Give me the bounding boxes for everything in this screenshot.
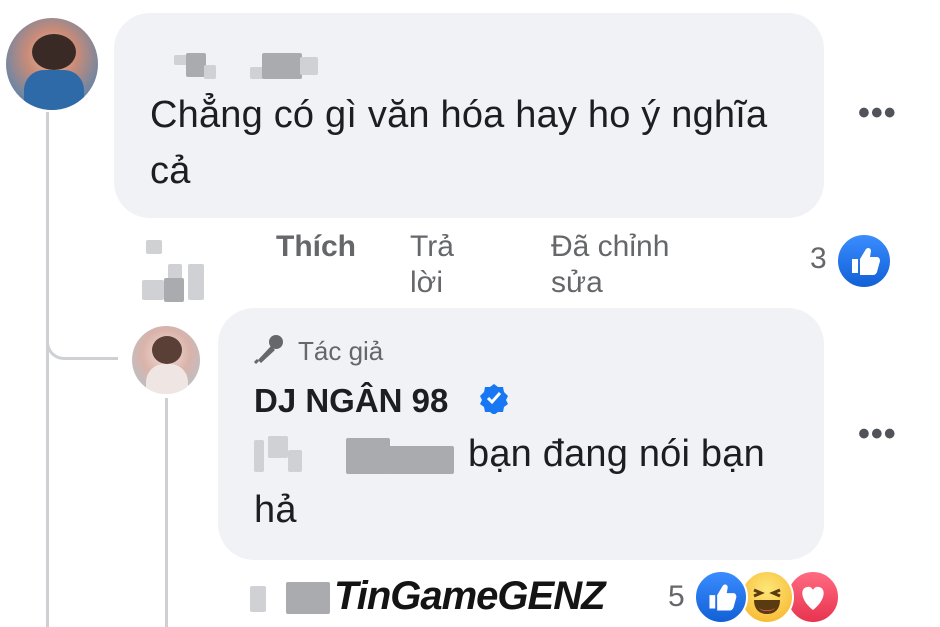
reply-more-options-icon[interactable]: ••• xyxy=(858,415,897,454)
like-icon[interactable] xyxy=(836,233,892,289)
comment-reaction-count[interactable]: 3 xyxy=(810,242,827,276)
commenter-name-censored[interactable] xyxy=(174,49,334,83)
haha-icon[interactable] xyxy=(740,570,794,624)
reply-reaction-count[interactable]: 5 xyxy=(668,580,685,614)
edited-label[interactable]: Đã chỉnh sửa xyxy=(551,229,711,301)
comment-text: Chẳng có gì văn hóa hay ho ý nghĩa cả xyxy=(150,94,768,192)
reply-button[interactable]: Trả lời xyxy=(410,229,480,301)
reply-actions-censored[interactable] xyxy=(250,578,340,618)
reply-text: bạn đang nói bạn hả xyxy=(254,433,765,531)
comment-more-options-icon[interactable]: ••• xyxy=(858,94,897,133)
reply-bubble: Tác giả DJ NGÂN 98 bạn đang nói bạn hả xyxy=(218,308,824,560)
like-button[interactable]: Thích xyxy=(276,229,356,265)
thread-line-reply xyxy=(165,398,168,627)
author-badge: Tác giả xyxy=(298,336,384,366)
commenter-avatar[interactable] xyxy=(6,18,98,110)
thread-line-branch xyxy=(46,300,118,360)
watermark-text: TinGameGENZ xyxy=(334,574,606,618)
thread-line-main xyxy=(46,112,49,627)
watermark: TinGameGENZ xyxy=(334,574,606,619)
verified-badge-icon xyxy=(478,382,510,415)
reply-author-avatar[interactable] xyxy=(132,326,200,394)
comment-timestamp-censored[interactable] xyxy=(140,234,210,304)
comment-bubble: Chẳng có gì văn hóa hay ho ý nghĩa cả xyxy=(114,13,824,218)
like-icon[interactable] xyxy=(694,570,748,624)
love-icon[interactable] xyxy=(786,570,840,624)
reply-author-name[interactable]: DJ NGÂN 98 xyxy=(254,382,448,420)
microphone-icon xyxy=(252,332,286,366)
